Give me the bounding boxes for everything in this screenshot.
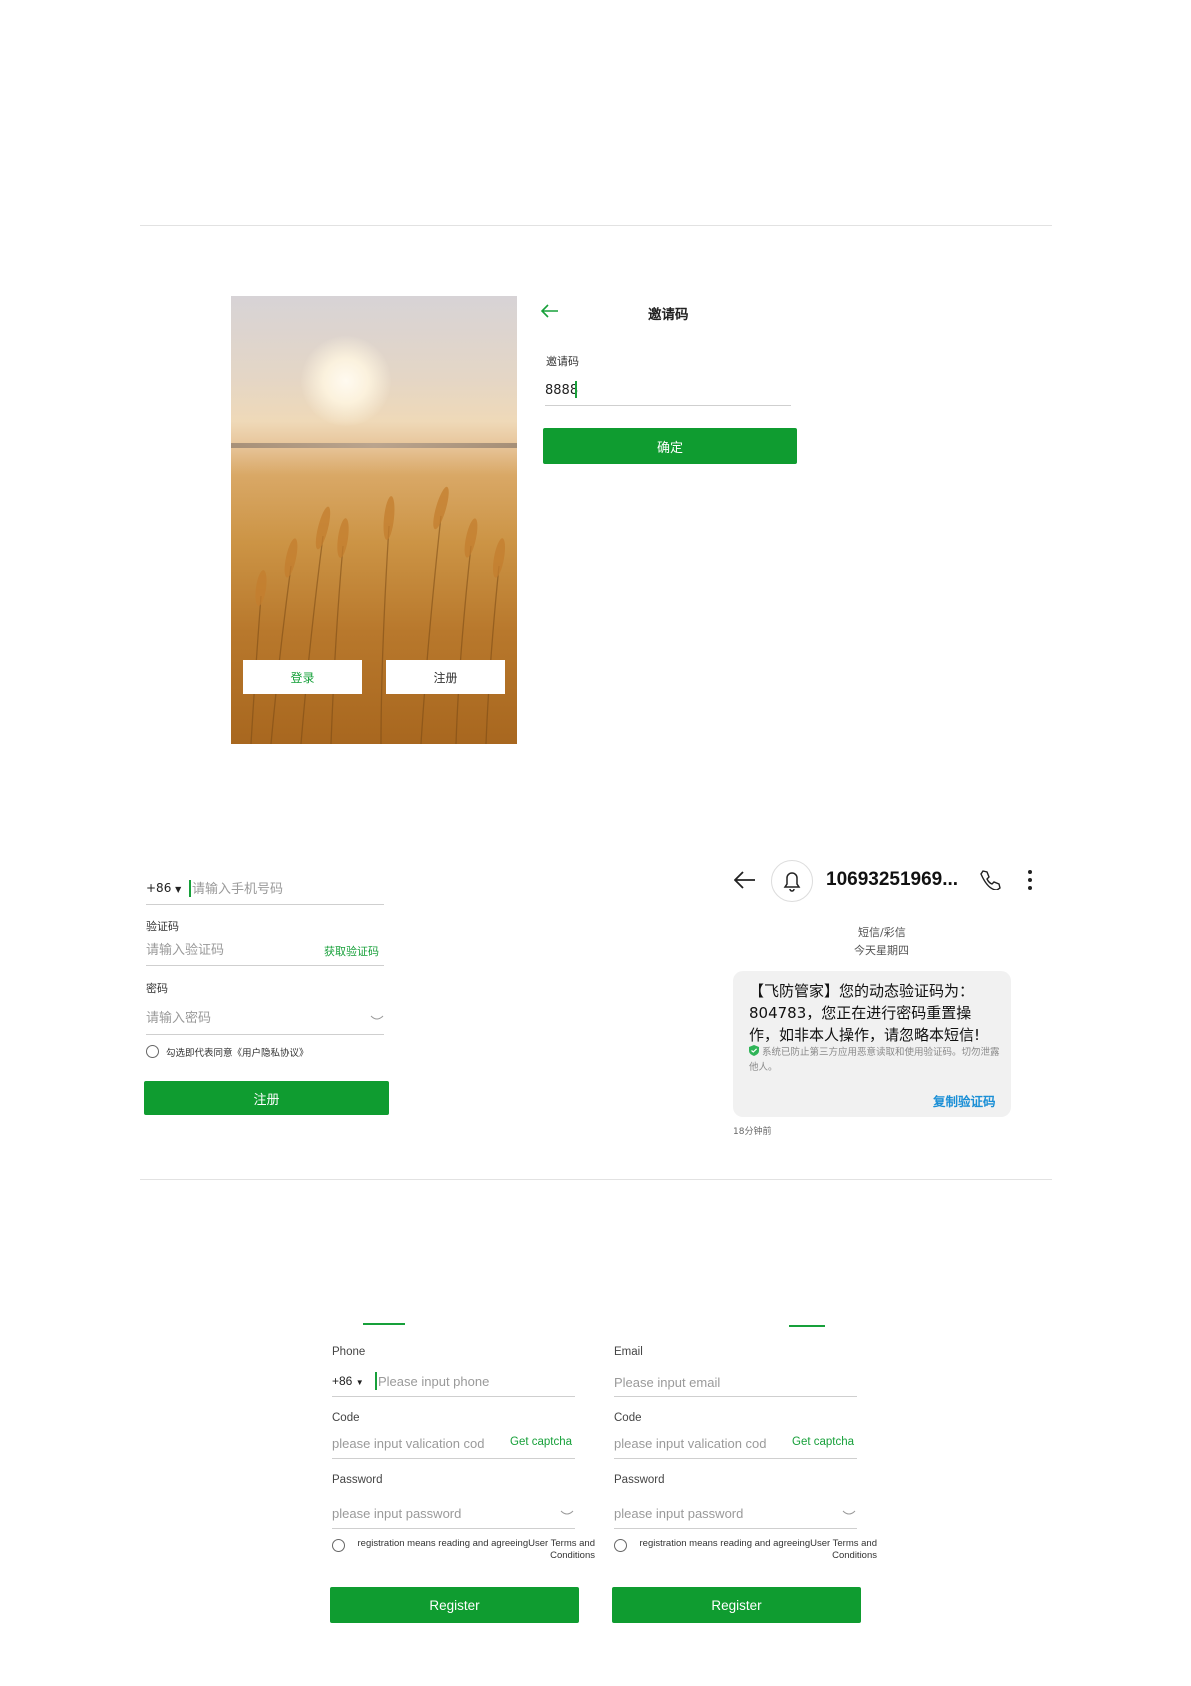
caret-down-icon: ▼	[355, 1378, 364, 1387]
shield-check-icon	[749, 1045, 759, 1056]
password-underline	[146, 1034, 384, 1035]
terms-link[interactable]: User Terms and Conditions	[528, 1538, 595, 1561]
code-underline	[614, 1458, 857, 1459]
code-underline	[146, 965, 384, 966]
splash-screen: 登录 注册	[231, 296, 517, 744]
code-input[interactable]	[146, 940, 296, 960]
page-title: 邀请码	[648, 307, 689, 323]
phone-call-icon[interactable]	[978, 868, 1002, 892]
get-captcha-button[interactable]: Get captcha	[792, 1436, 854, 1448]
eye-closed-icon[interactable]	[560, 1510, 574, 1518]
eye-closed-icon[interactable]	[842, 1510, 856, 1518]
email-input[interactable]	[614, 1372, 854, 1392]
code-label: Code	[332, 1412, 360, 1424]
more-options-icon[interactable]	[1022, 868, 1038, 892]
agreement-prefix: registration means reading and agreeing	[639, 1538, 811, 1549]
bell-icon	[783, 872, 801, 892]
country-code-select[interactable]: +86 ▼	[146, 881, 181, 895]
agreement-text[interactable]: 勾选即代表同意《用户隐私协议》	[166, 1045, 309, 1059]
confirm-button[interactable]: 确定	[543, 428, 797, 464]
sender-avatar	[771, 860, 813, 902]
country-code-select[interactable]: +86 ▼	[332, 1374, 364, 1388]
agreement-checkbox[interactable]	[146, 1045, 159, 1058]
terms-link[interactable]: User Terms and Conditions	[810, 1538, 877, 1561]
password-label: 密码	[146, 982, 168, 995]
code-underline	[332, 1458, 575, 1459]
agreement-text[interactable]: registration means reading and agreeingU…	[352, 1538, 595, 1562]
invite-code-input[interactable]	[545, 380, 785, 400]
phone-input[interactable]	[378, 1371, 573, 1391]
back-arrow-icon[interactable]	[539, 302, 561, 322]
message-bubble: 【飞防管家】您的动态验证码为：804783，您正在进行密码重置操作，如非本人操作…	[733, 971, 1011, 1117]
code-input[interactable]	[614, 1433, 774, 1453]
register-submit-button[interactable]: 注册	[144, 1081, 389, 1115]
country-code-label: +86	[332, 1374, 353, 1388]
agreement-text[interactable]: registration means reading and agreeingU…	[634, 1538, 877, 1562]
email-tab-indicator	[789, 1325, 825, 1327]
invite-code-underline	[545, 405, 791, 406]
get-captcha-button[interactable]: Get captcha	[510, 1436, 572, 1448]
copy-code-button[interactable]: 复制验证码	[933, 1091, 996, 1110]
security-note: 系统已防止第三方应用恶意读取和使用验证码。切勿泄露他人。	[749, 1045, 1001, 1075]
login-button[interactable]: 登录	[243, 660, 362, 694]
email-label: Email	[614, 1346, 643, 1358]
section-divider-top	[140, 225, 1052, 226]
text-cursor	[375, 1372, 377, 1390]
code-label: Code	[614, 1412, 642, 1424]
text-cursor	[189, 880, 191, 897]
phone-underline	[146, 904, 384, 905]
message-day: 今天星期四	[854, 944, 909, 957]
message-time: 18分钟前	[733, 1127, 772, 1137]
message-text: 【飞防管家】您的动态验证码为：804783，您正在进行密码重置操作，如非本人操作…	[749, 982, 981, 1044]
code-label: 验证码	[146, 920, 179, 933]
password-label: Password	[614, 1474, 665, 1486]
phone-tab-indicator	[363, 1323, 405, 1325]
email-underline	[614, 1396, 857, 1397]
password-input[interactable]	[614, 1503, 814, 1523]
phone-underline	[332, 1396, 575, 1397]
register-submit-button[interactable]: Register	[330, 1587, 579, 1623]
password-label: Password	[332, 1474, 383, 1486]
password-underline	[332, 1528, 575, 1529]
sender-number: 10693251969...	[826, 869, 959, 890]
agreement-prefix: registration means reading and agreeing	[357, 1538, 529, 1549]
password-input[interactable]	[332, 1503, 532, 1523]
message-category: 短信/彩信	[858, 926, 906, 939]
password-input[interactable]	[146, 1008, 346, 1028]
section-divider-middle	[140, 1179, 1052, 1180]
invite-code-label: 邀请码	[546, 355, 579, 368]
register-button[interactable]: 注册	[386, 660, 505, 694]
agreement-checkbox[interactable]	[614, 1539, 627, 1552]
phone-input[interactable]	[192, 879, 382, 899]
password-underline	[614, 1528, 857, 1529]
code-input[interactable]	[332, 1433, 492, 1453]
back-arrow-icon[interactable]	[733, 870, 757, 892]
get-code-button[interactable]: 获取验证码	[324, 943, 379, 959]
eye-closed-icon[interactable]	[370, 1015, 384, 1023]
phone-label: Phone	[332, 1346, 366, 1358]
register-submit-button[interactable]: Register	[612, 1587, 861, 1623]
country-code-label: +86	[146, 881, 172, 895]
agreement-checkbox[interactable]	[332, 1539, 345, 1552]
text-cursor	[575, 381, 577, 398]
security-note-text: 系统已防止第三方应用恶意读取和使用验证码。切勿泄露他人。	[749, 1047, 1000, 1073]
caret-down-icon: ▼	[175, 885, 182, 894]
